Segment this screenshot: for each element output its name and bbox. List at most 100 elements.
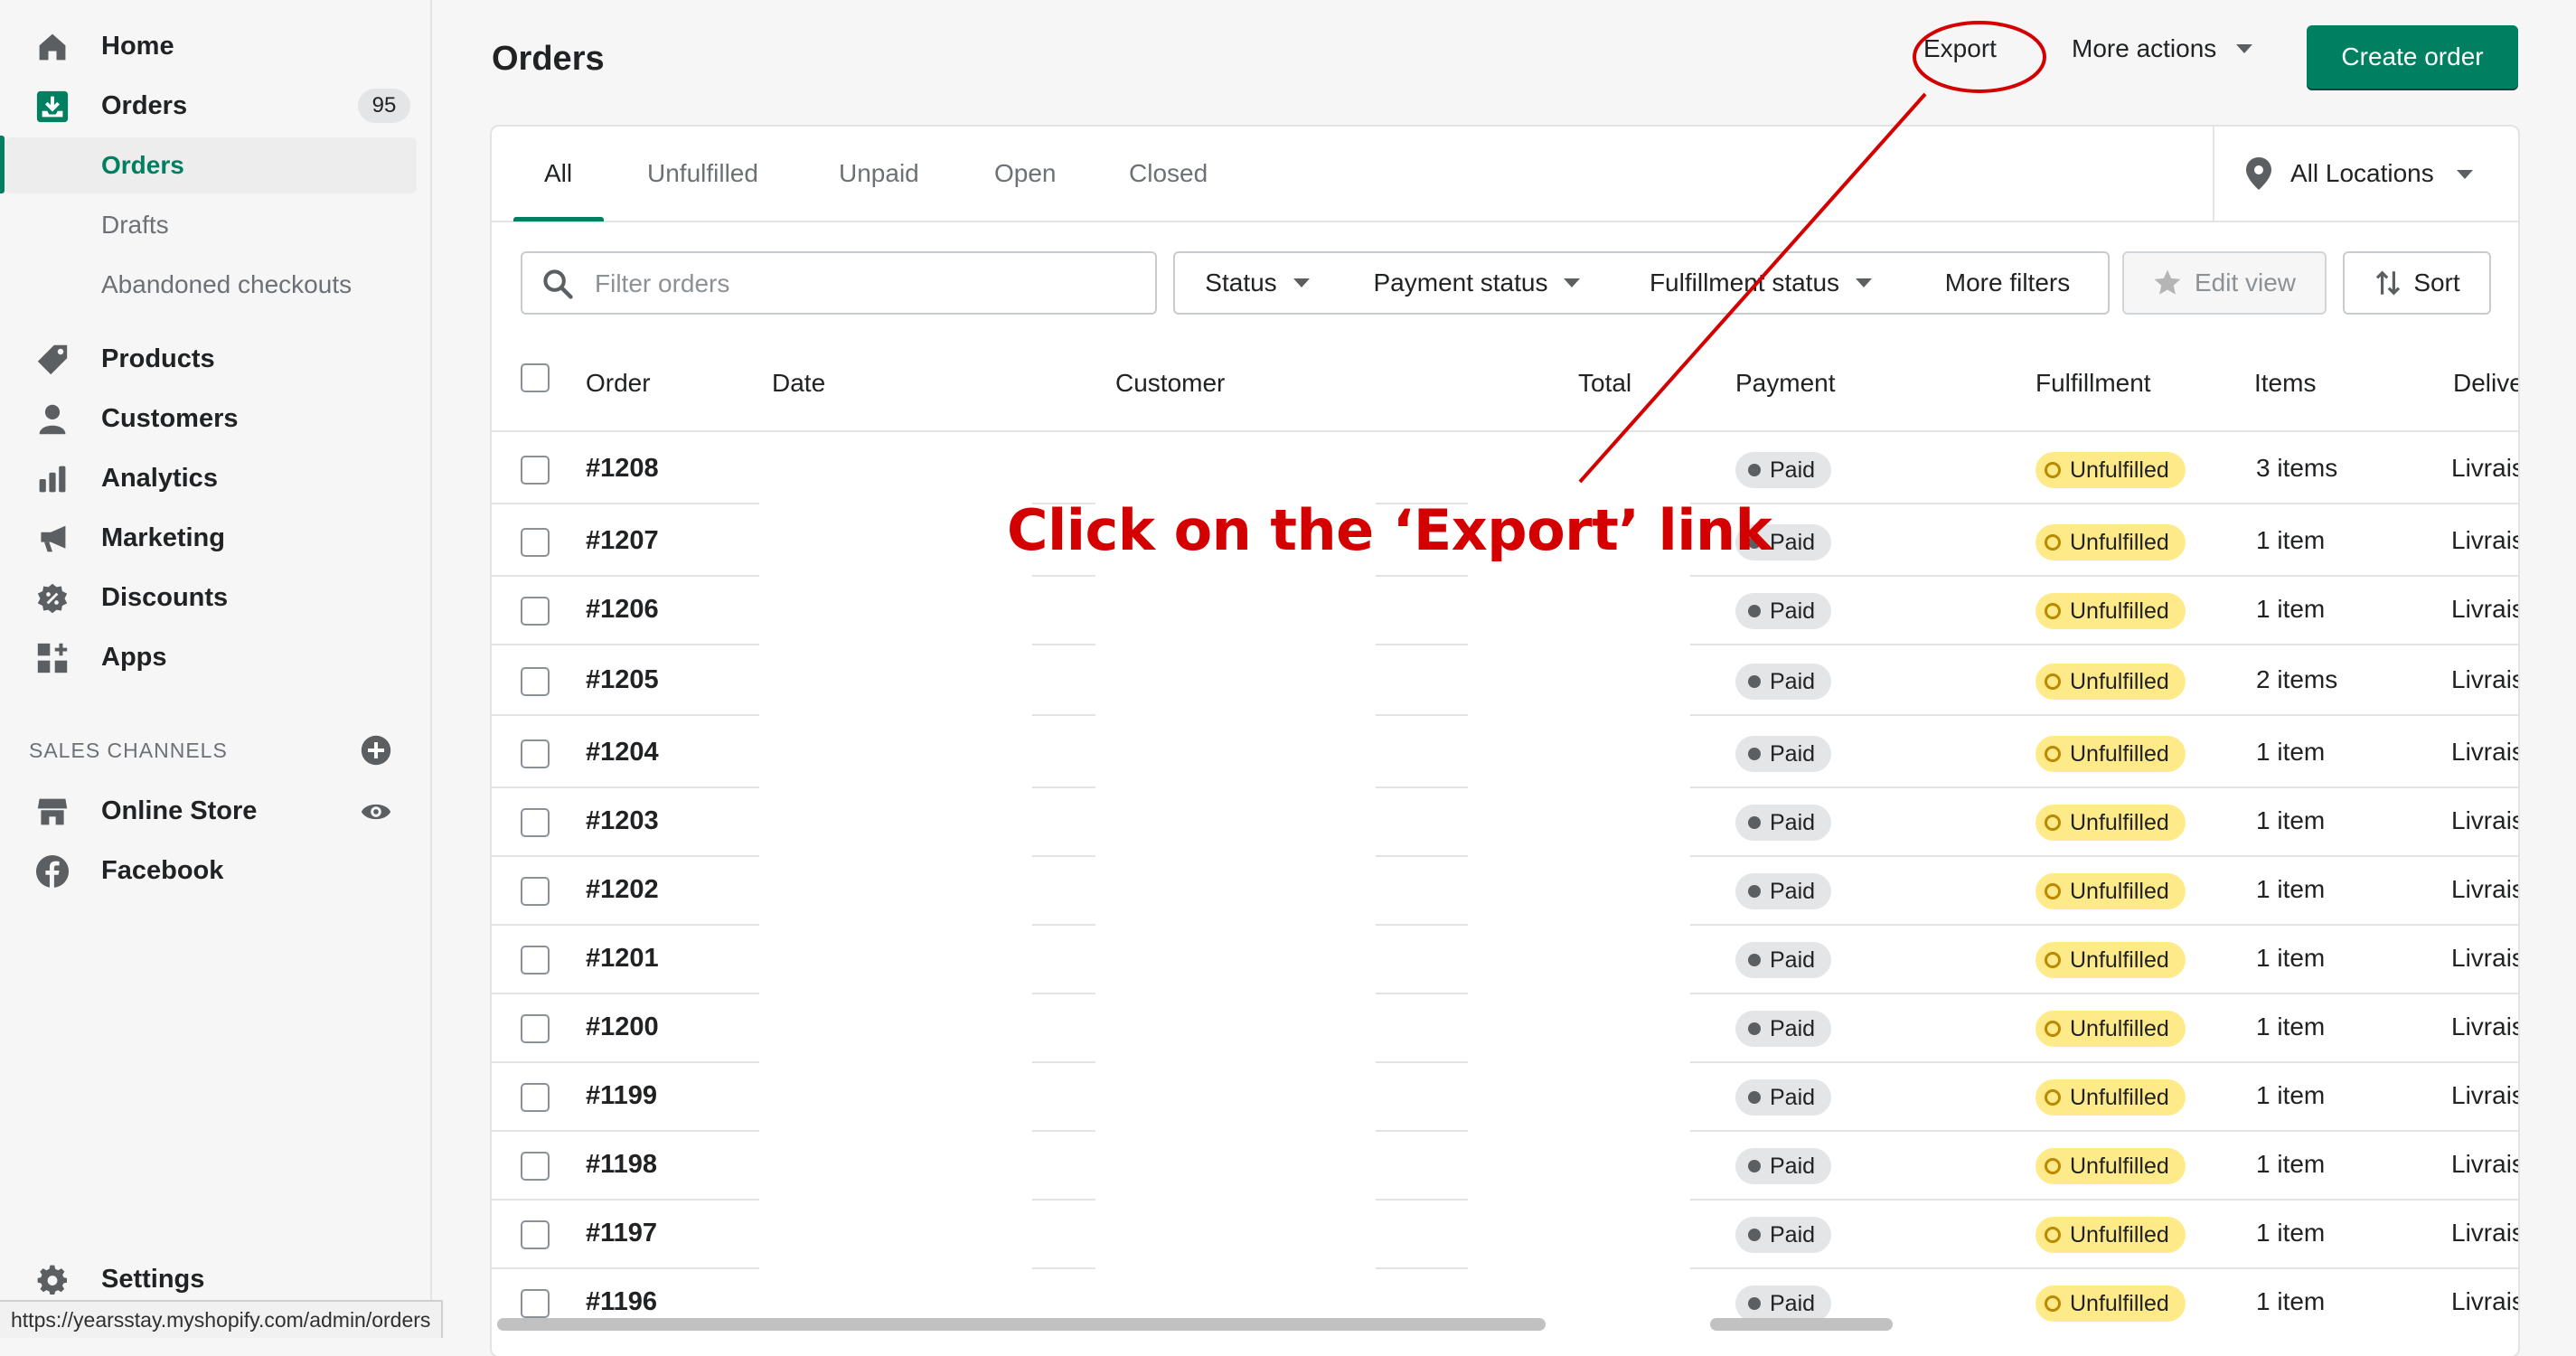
column-header-items[interactable]: Items bbox=[2254, 369, 2316, 398]
column-header-fulfillment[interactable]: Fulfillment bbox=[2035, 369, 2151, 398]
delivery-method: Livrais bbox=[2451, 1150, 2518, 1178]
items-count[interactable]: 1 item bbox=[2256, 944, 2325, 973]
row-checkbox[interactable] bbox=[521, 877, 550, 906]
row-checkbox[interactable] bbox=[521, 946, 550, 975]
row-checkbox[interactable] bbox=[521, 1014, 550, 1043]
filter-orders-input[interactable] bbox=[593, 253, 1139, 315]
scrollbar-thumb-secondary[interactable] bbox=[1710, 1318, 1893, 1331]
items-count[interactable]: 1 item bbox=[2256, 1081, 2325, 1110]
subnav-abandoned-checkouts-label: Abandoned checkouts bbox=[101, 270, 353, 298]
column-header-order[interactable]: Order bbox=[586, 369, 651, 398]
eye-icon[interactable] bbox=[360, 796, 392, 828]
row-checkbox[interactable] bbox=[521, 1220, 550, 1249]
select-all-checkbox[interactable] bbox=[521, 363, 550, 392]
row-checkbox[interactable] bbox=[521, 597, 550, 626]
row-checkbox[interactable] bbox=[521, 1289, 550, 1318]
nav-facebook[interactable]: Facebook bbox=[0, 843, 432, 899]
tab-unpaid[interactable]: Unpaid bbox=[839, 127, 919, 221]
nav-discounts[interactable]: Discounts bbox=[0, 570, 432, 626]
row-checkbox[interactable] bbox=[521, 528, 550, 557]
column-header-total[interactable]: Total bbox=[1578, 369, 1631, 398]
column-header-customer[interactable]: Customer bbox=[1115, 369, 1225, 398]
order-number-link[interactable]: #1207 bbox=[586, 526, 659, 556]
nav-analytics[interactable]: Analytics bbox=[0, 450, 432, 506]
order-number-link[interactable]: #1203 bbox=[586, 806, 659, 836]
table-row[interactable]: #1200 Paid Unfulfilled 1 item Livrais bbox=[492, 994, 2518, 1063]
table-row[interactable]: #1201 Paid Unfulfilled 1 item Livrais bbox=[492, 926, 2518, 994]
items-count[interactable]: 1 item bbox=[2256, 1219, 2325, 1248]
export-button[interactable]: Export bbox=[1923, 34, 1997, 63]
items-count[interactable]: 1 item bbox=[2256, 526, 2325, 555]
items-count[interactable]: 1 item bbox=[2256, 806, 2325, 835]
table-row[interactable]: #1203 Paid Unfulfilled 1 item Livrais bbox=[492, 788, 2518, 857]
items-count[interactable]: 1 item bbox=[2256, 1287, 2325, 1316]
items-count[interactable]: 3 items bbox=[2256, 454, 2337, 483]
fulfillment-status-filter-button[interactable]: Fulfillment status bbox=[1614, 251, 1909, 315]
column-header-payment[interactable]: Payment bbox=[1735, 369, 1836, 398]
column-header-date[interactable]: Date bbox=[772, 369, 825, 398]
create-order-button[interactable]: Create order bbox=[2307, 25, 2518, 89]
row-checkbox[interactable] bbox=[521, 808, 550, 837]
nav-products[interactable]: Products bbox=[0, 331, 432, 387]
edit-view-button[interactable]: Edit view bbox=[2122, 251, 2327, 315]
order-number-link[interactable]: #1204 bbox=[586, 738, 659, 767]
items-count[interactable]: 2 items bbox=[2256, 665, 2337, 694]
horizontal-scrollbar[interactable] bbox=[497, 1316, 2518, 1332]
items-count[interactable]: 1 item bbox=[2256, 1012, 2325, 1041]
nav-customers[interactable]: Customers bbox=[0, 391, 432, 447]
table-row[interactable]: #1208 Paid Unfulfilled 3 items Livrais bbox=[492, 436, 2518, 504]
more-actions-button[interactable]: More actions bbox=[2072, 34, 2253, 63]
row-checkbox[interactable] bbox=[521, 667, 550, 696]
more-filters-button[interactable]: More filters bbox=[1907, 251, 2110, 315]
order-number-link[interactable]: #1206 bbox=[586, 595, 659, 625]
items-count[interactable]: 1 item bbox=[2256, 875, 2325, 904]
payment-status-text: Paid bbox=[1770, 529, 1816, 555]
items-count[interactable]: 1 item bbox=[2256, 738, 2325, 767]
table-row[interactable]: #1198 Paid Unfulfilled 1 item Livrais bbox=[492, 1132, 2518, 1201]
order-number-link[interactable]: #1196 bbox=[586, 1287, 657, 1317]
nav-settings[interactable]: Settings bbox=[0, 1251, 432, 1307]
items-count[interactable]: 1 item bbox=[2256, 595, 2325, 624]
table-row[interactable]: #1202 Paid Unfulfilled 1 item Livrais bbox=[492, 857, 2518, 926]
order-number-link[interactable]: #1201 bbox=[586, 944, 659, 974]
tab-unfulfilled[interactable]: Unfulfilled bbox=[647, 127, 758, 221]
fulfillment-status-badge: Unfulfilled bbox=[2035, 736, 2186, 772]
add-circle-icon[interactable] bbox=[360, 734, 392, 767]
payment-status-filter-button[interactable]: Payment status bbox=[1340, 251, 1616, 315]
table-row[interactable]: #1199 Paid Unfulfilled 1 item Livrais bbox=[492, 1063, 2518, 1132]
order-number-link[interactable]: #1197 bbox=[586, 1219, 657, 1248]
subnav-abandoned-checkouts[interactable]: Abandoned checkouts bbox=[0, 257, 432, 313]
table-row[interactable]: #1204 Paid Unfulfilled 1 item Livrais bbox=[492, 720, 2518, 788]
row-checkbox[interactable] bbox=[521, 739, 550, 768]
payment-status-text: Paid bbox=[1770, 598, 1816, 624]
order-number-link[interactable]: #1208 bbox=[586, 454, 659, 484]
tab-all[interactable]: All bbox=[544, 127, 572, 221]
subnav-drafts[interactable]: Drafts bbox=[0, 197, 432, 253]
order-number-link[interactable]: #1198 bbox=[586, 1150, 657, 1180]
filter-search-box[interactable] bbox=[521, 251, 1157, 315]
items-count[interactable]: 1 item bbox=[2256, 1150, 2325, 1179]
locations-selector[interactable]: All Locations bbox=[2213, 127, 2518, 221]
table-row[interactable]: #1197 Paid Unfulfilled 1 item Livrais bbox=[492, 1201, 2518, 1269]
nav-orders[interactable]: Orders 95 bbox=[0, 78, 432, 134]
paid-dot-icon bbox=[1748, 885, 1761, 898]
tab-closed[interactable]: Closed bbox=[1129, 127, 1208, 221]
sort-button[interactable]: Sort bbox=[2343, 251, 2491, 315]
order-number-link[interactable]: #1200 bbox=[586, 1012, 659, 1042]
column-header-delivery[interactable]: Delive bbox=[2453, 369, 2518, 398]
row-checkbox[interactable] bbox=[521, 1152, 550, 1181]
tab-open[interactable]: Open bbox=[994, 127, 1057, 221]
table-row[interactable]: #1205 Paid Unfulfilled 2 items Livrais bbox=[492, 647, 2518, 716]
order-number-link[interactable]: #1202 bbox=[586, 875, 659, 905]
status-filter-button[interactable]: Status bbox=[1173, 251, 1341, 315]
subnav-orders[interactable]: Orders bbox=[5, 137, 417, 193]
nav-marketing[interactable]: Marketing bbox=[0, 510, 432, 566]
order-number-link[interactable]: #1199 bbox=[586, 1081, 657, 1111]
row-checkbox[interactable] bbox=[521, 456, 550, 485]
row-checkbox[interactable] bbox=[521, 1083, 550, 1112]
nav-apps[interactable]: Apps bbox=[0, 629, 432, 685]
order-number-link[interactable]: #1205 bbox=[586, 665, 659, 695]
nav-home[interactable]: Home bbox=[0, 18, 432, 74]
scrollbar-thumb[interactable] bbox=[497, 1318, 1546, 1331]
table-row[interactable]: #1206 Paid Unfulfilled 1 item Livrais bbox=[492, 577, 2518, 645]
